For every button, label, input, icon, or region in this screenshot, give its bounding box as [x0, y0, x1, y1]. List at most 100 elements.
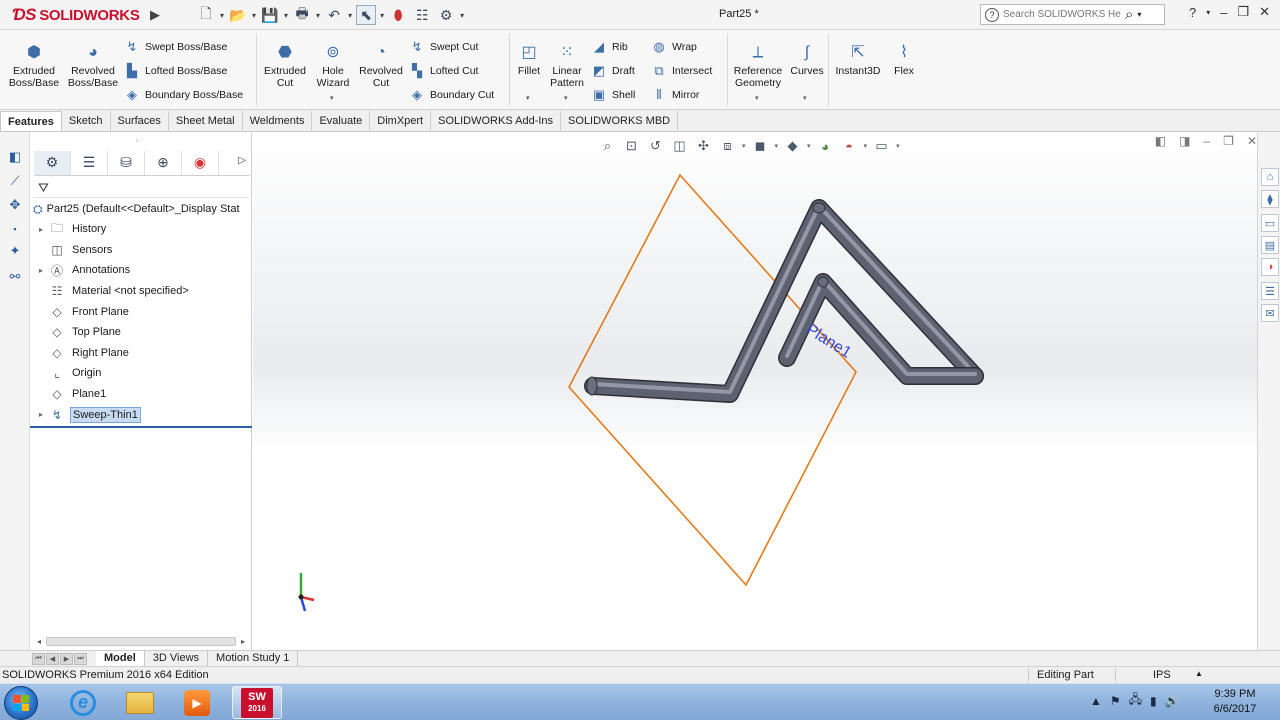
panel-grip-icon[interactable]: ◦ — [136, 136, 139, 145]
tab-solidworks-mbd[interactable]: SOLIDWORKS MBD — [561, 111, 679, 131]
file-explorer-icon[interactable]: ▭ — [1261, 214, 1279, 232]
tree-item-annotations[interactable]: ▸ Ⓐ Annotations — [30, 260, 252, 281]
filter-funnel-icon[interactable]: ⛛ — [38, 180, 49, 196]
help-search-input[interactable] — [1003, 9, 1121, 20]
tree-item-origin[interactable]: ⌞ Origin — [30, 363, 252, 384]
property-manager-tab-icon[interactable]: ☰ — [71, 150, 108, 175]
model-view[interactable]: Plane1 — [253, 132, 1257, 652]
undo-icon[interactable]: ↶ — [324, 5, 344, 25]
select-dropdown-icon[interactable]: ▾ — [380, 11, 384, 20]
solidworks-forum-icon[interactable]: ✉ — [1261, 304, 1279, 322]
graphics-viewport[interactable]: ⌕ ⊡ ↺ ◫ ✣ ⧈ ▾ ◼ ▾ ◆ ▾ ◕ ◓ ▾ ▭ ▾ ◧ ◨ – ❐ ✕ — [253, 132, 1257, 652]
curves-dropdown-icon[interactable]: ▾ — [803, 94, 807, 102]
open-folder-icon[interactable]: 📂 — [228, 5, 248, 25]
draft-button[interactable]: ◩ Draft — [591, 62, 635, 80]
expand-arrow-icon[interactable]: ▸ — [34, 225, 48, 234]
windows-start-button[interactable] — [4, 686, 38, 720]
sketch-icon[interactable]: ⟋ — [6, 172, 24, 190]
expand-arrow-icon[interactable]: ▸ — [34, 266, 48, 275]
custom-properties-icon[interactable]: ☰ — [1261, 282, 1279, 300]
print-icon[interactable]: 🖶 — [292, 5, 312, 25]
reference-geometry-button[interactable]: ⟂ Reference Geometry — [731, 42, 785, 90]
volume-icon[interactable]: 🔊 — [1165, 694, 1180, 708]
tree-horizontal-scrollbar[interactable]: ◂ ▸ — [34, 635, 248, 647]
scroll-left-arrow-icon[interactable]: ◂ — [34, 637, 44, 646]
wrap-button[interactable]: ◍ Wrap — [651, 38, 697, 56]
rotate-view-icon[interactable]: ✦ — [6, 242, 24, 260]
close-icon[interactable]: ✕ — [1259, 4, 1270, 20]
tab-solidworks-add-ins[interactable]: SOLIDWORKS Add-Ins — [431, 111, 562, 131]
tab-sketch[interactable]: Sketch — [62, 111, 111, 131]
tree-item-material[interactable]: ☷ Material <not specified> — [30, 281, 252, 302]
tab-dimxpert[interactable]: DimXpert — [370, 111, 432, 131]
rib-button[interactable]: ◢ Rib — [591, 38, 628, 56]
save-icon[interactable]: 💾 — [260, 5, 280, 25]
configuration-manager-tab-icon[interactable]: ⛁ — [108, 150, 145, 175]
point-icon[interactable]: ▪ — [6, 220, 24, 238]
tab-sheet-metal[interactable]: Sheet Metal — [169, 111, 243, 131]
expand-arrow-icon[interactable]: ▸ — [34, 410, 48, 419]
select-cursor-icon[interactable]: ⬉ — [356, 5, 377, 25]
design-library-icon[interactable]: ⧫ — [1261, 190, 1279, 208]
undo-dropdown-icon[interactable]: ▾ — [348, 11, 352, 20]
taskbar-file-explorer[interactable] — [115, 686, 165, 719]
reference-geometry-dropdown-icon[interactable]: ▾ — [755, 94, 759, 102]
help-search-box[interactable]: ? ⌕ ▾ — [980, 4, 1165, 25]
tab-evaluate[interactable]: Evaluate — [312, 111, 371, 131]
tree-item-plane1[interactable]: ◇ Plane1 — [30, 384, 252, 405]
tree-item-front[interactable]: ◇ Front Plane — [30, 301, 252, 322]
last-tab-arrow-icon[interactable]: ⏭ — [74, 653, 87, 665]
linear-pattern-button[interactable]: ⁙ Linear Pattern — [548, 42, 586, 90]
menu-expand-arrow-icon[interactable]: ▶ — [150, 7, 160, 23]
lofted-boss-button[interactable]: ▙ Lofted Boss/Base — [124, 62, 227, 80]
intersect-button[interactable]: ⧉ Intersect — [651, 62, 712, 80]
plane1-label[interactable]: Plane1 — [803, 321, 854, 362]
instant3d-button[interactable]: ⇱ Instant3D — [832, 42, 884, 78]
tree-filter-bar[interactable]: ⛛ — [34, 178, 250, 198]
tab-weldments[interactable]: Weldments — [243, 111, 313, 131]
tree-item-right[interactable]: ◇ Right Plane — [30, 343, 252, 364]
search-dropdown-icon[interactable]: ▾ — [1137, 10, 1141, 19]
dimxpert-manager-tab-icon[interactable]: ⊕ — [145, 150, 182, 175]
feature-tree-tab-icon[interactable]: ⚙ — [34, 150, 71, 175]
part-icon[interactable]: ◧ — [6, 148, 24, 166]
view-palette-icon[interactable]: ▤ — [1261, 236, 1279, 254]
extruded-cut-button[interactable]: ⬣ Extruded Cut — [261, 42, 309, 90]
action-center-flag-icon[interactable]: ⚑ — [1110, 694, 1121, 708]
lofted-cut-button[interactable]: ▚ Lofted Cut — [409, 62, 478, 80]
tab-features[interactable]: Features — [0, 111, 62, 131]
battery-icon[interactable]: ▮ — [1150, 694, 1157, 708]
first-tab-arrow-icon[interactable]: ⏮ — [32, 653, 45, 665]
bottom-tab-model[interactable]: Model — [96, 651, 145, 666]
linear-pattern-dropdown-icon[interactable]: ▾ — [564, 94, 568, 102]
tree-item-sweep-thin1[interactable]: ▸ ↯ Sweep-Thin1 — [30, 404, 252, 425]
help-icon[interactable]: ? — [1189, 5, 1196, 20]
flex-button[interactable]: ⌇ Flex — [890, 42, 918, 78]
tree-item-history[interactable]: ▸ 🗀 History — [30, 219, 252, 240]
taskbar-solidworks[interactable]: SW 2016 — [232, 686, 282, 719]
shell-button[interactable]: ▣ Shell — [591, 86, 636, 104]
hole-wizard-button[interactable]: ⊚ Hole Wizard — [313, 42, 353, 90]
boundary-cut-button[interactable]: ◈ Boundary Cut — [409, 86, 494, 104]
new-document-icon[interactable]: 🗋 — [196, 5, 216, 25]
swept-cut-button[interactable]: ↯ Swept Cut — [409, 38, 479, 56]
taskbar-clock[interactable]: 9:39 PM 6/6/2017 — [1205, 687, 1265, 717]
scroll-track[interactable] — [46, 636, 236, 646]
glasses-icon[interactable]: ⚯ — [6, 268, 24, 286]
tab-surfaces[interactable]: Surfaces — [111, 111, 169, 131]
search-magnifier-icon[interactable]: ⌕ — [1125, 6, 1133, 23]
prev-tab-arrow-icon[interactable]: ◀ — [46, 653, 59, 665]
bottom-tab-3d-views[interactable]: 3D Views — [145, 651, 209, 666]
save-dropdown-icon[interactable]: ▾ — [284, 11, 288, 20]
open-dropdown-icon[interactable]: ▾ — [252, 11, 256, 20]
new-dropdown-icon[interactable]: ▾ — [220, 11, 224, 20]
hole-wizard-dropdown-icon[interactable]: ▾ — [330, 94, 334, 102]
tree-root-part[interactable]: ⛭ Part25 (Default<<Default>_Display Stat — [30, 199, 252, 219]
display-manager-tab-icon[interactable]: ◉ — [182, 150, 219, 175]
rebuild-traffic-light-icon[interactable]: ⬮ — [388, 5, 408, 25]
curves-button[interactable]: ∫ Curves — [789, 42, 825, 78]
tree-item-sensors[interactable]: ◫ Sensors — [30, 240, 252, 261]
file-properties-icon[interactable]: ☷ — [412, 5, 432, 25]
print-dropdown-icon[interactable]: ▾ — [316, 11, 320, 20]
options-gear-icon[interactable]: ⚙ — [436, 5, 456, 25]
